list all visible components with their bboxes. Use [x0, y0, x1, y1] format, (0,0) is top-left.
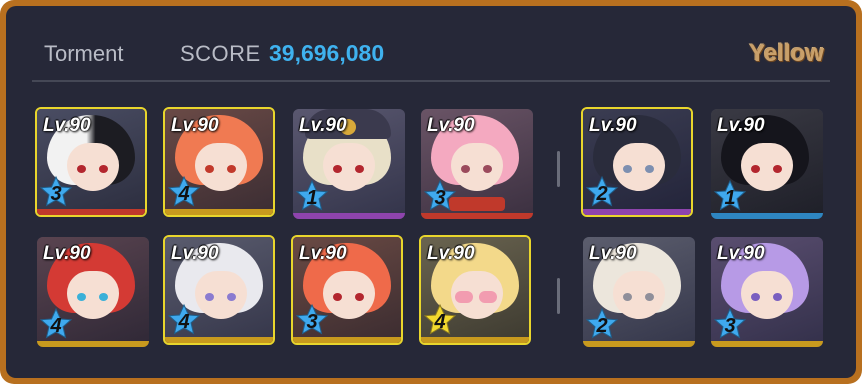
student-card[interactable]: Lv.90 2: [581, 107, 693, 217]
role-bar: [711, 341, 823, 347]
level-label: Lv.90: [43, 243, 91, 264]
star-rank: 2: [596, 315, 608, 337]
role-bar: [583, 341, 695, 347]
role-bar: [583, 209, 691, 215]
role-bar: [293, 213, 405, 219]
raid-result-panel: Torment SCORE 39,696,080 Yellow Lv.90 3: [6, 6, 856, 378]
student-card[interactable]: Lv.90 3: [711, 237, 823, 347]
level-label: Lv.90: [589, 115, 637, 136]
role-bar: [165, 209, 273, 215]
level-label: Lv.90: [589, 243, 637, 264]
star-rank: 4: [50, 315, 62, 337]
student-card[interactable]: Lv.90 3: [291, 235, 403, 345]
role-bar: [37, 209, 145, 215]
student-card[interactable]: Lv.90 4: [163, 107, 275, 217]
team-color-label: Yellow: [749, 40, 824, 67]
star-rank: 3: [306, 311, 318, 333]
role-bar: [421, 337, 529, 343]
level-label: Lv.90: [171, 115, 219, 136]
role-bar: [421, 213, 533, 219]
team-separator: [557, 278, 560, 314]
role-bar: [293, 337, 401, 343]
level-label: Lv.90: [299, 243, 347, 264]
team-separator: [557, 151, 560, 187]
student-card[interactable]: Lv.90 1: [293, 109, 405, 219]
star-rank: 1: [306, 187, 318, 209]
star-rank: 4: [178, 311, 190, 333]
star-rank: 4: [178, 183, 190, 205]
student-card[interactable]: Lv.90 4: [37, 237, 149, 347]
level-label: Lv.90: [299, 115, 347, 136]
student-card[interactable]: Lv.90 4: [163, 235, 275, 345]
level-label: Lv.90: [717, 243, 765, 264]
level-label: Lv.90: [717, 115, 765, 136]
level-label: Lv.90: [427, 115, 475, 136]
star-rank: 3: [434, 187, 446, 209]
student-card[interactable]: Lv.90 4: [419, 235, 531, 345]
star-rank: 3: [724, 315, 736, 337]
student-card[interactable]: Lv.90 3: [421, 109, 533, 219]
header: Torment SCORE 39,696,080 Yellow: [38, 32, 824, 76]
level-label: Lv.90: [43, 115, 91, 136]
star-rank: 2: [596, 183, 608, 205]
star-rank: 4: [434, 311, 446, 333]
role-bar: [165, 337, 273, 343]
difficulty-label: Torment: [44, 41, 124, 66]
star-rank: 3: [50, 183, 62, 205]
level-label: Lv.90: [171, 243, 219, 264]
role-bar: [711, 213, 823, 219]
score-value: 39,696,080: [269, 40, 385, 66]
score-label: SCORE: [180, 41, 261, 66]
role-bar: [37, 341, 149, 347]
header-divider: [32, 80, 830, 82]
student-card[interactable]: Lv.90 2: [583, 237, 695, 347]
star-rank: 1: [724, 187, 736, 209]
level-label: Lv.90: [427, 243, 475, 264]
student-card[interactable]: Lv.90 1: [711, 109, 823, 219]
student-card[interactable]: Lv.90 3: [35, 107, 147, 217]
raid-result-frame: Torment SCORE 39,696,080 Yellow Lv.90 3: [0, 0, 862, 384]
